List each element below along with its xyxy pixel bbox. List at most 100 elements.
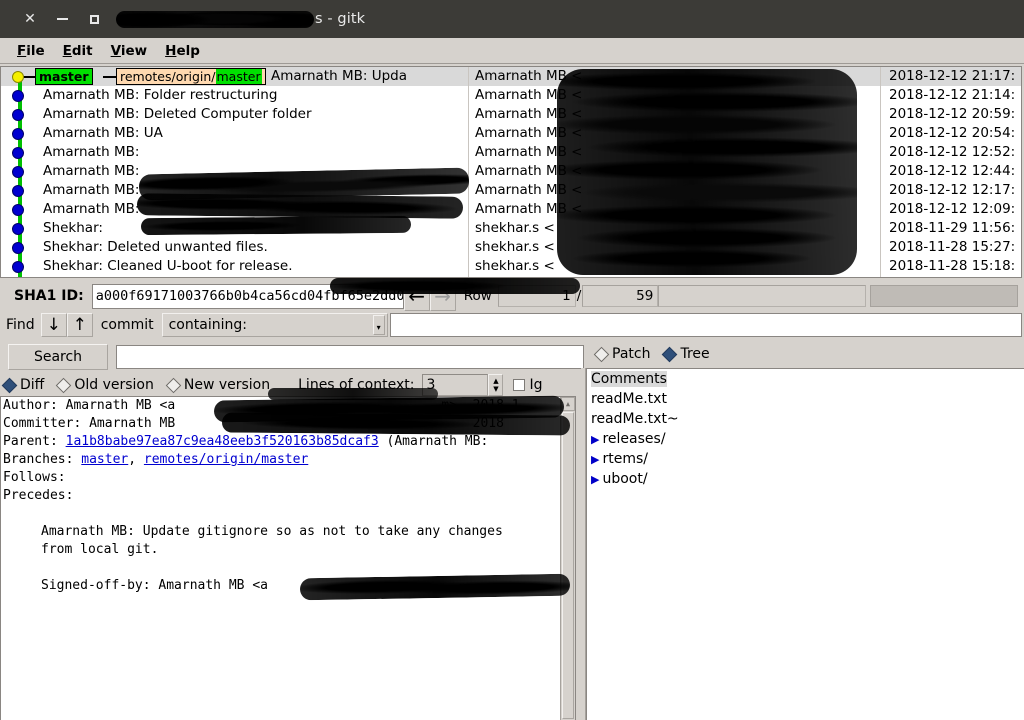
radio-new-version[interactable]: New version <box>164 377 270 393</box>
find-mode-value: containing: <box>168 317 247 333</box>
find-mode-dropdown[interactable]: containing: ▾ <box>161 313 388 337</box>
table-row[interactable]: Amarnath MB: UA <box>1 124 468 143</box>
menu-help[interactable]: Help <box>156 41 209 61</box>
search-input[interactable] <box>116 345 584 369</box>
list-item[interactable]: ▶ rtems/ <box>587 449 1024 469</box>
table-row[interactable]: 2018-11-28 15:27: <box>881 238 1021 257</box>
table-row[interactable]: Amarnath MB < <box>469 124 880 143</box>
table-row[interactable]: 2018-12-12 21:17: <box>881 67 1021 86</box>
maximize-icon[interactable] <box>78 6 110 32</box>
table-row[interactable]: Amarnath MB: <box>1 162 468 181</box>
table-row[interactable]: shekhar.s < <box>469 219 880 238</box>
table-row[interactable]: 2018-12-12 12:09: <box>881 200 1021 219</box>
parent-sha-link[interactable]: 1a1b8babe97ea87c9ea48eeb3f520163b85dcaf3 <box>66 434 379 449</box>
table-row[interactable]: Amarnath MB: <box>1 181 468 200</box>
commit-graph-column[interactable]: master remotes/origin/master Amarnath MB… <box>1 67 470 277</box>
radio-unselected-icon <box>593 346 610 362</box>
table-row[interactable]: 2018-11-27 17:33: <box>881 276 1021 277</box>
find-next-button[interactable]: ↓ <box>40 313 67 337</box>
menu-file[interactable]: File <box>8 41 54 61</box>
list-item[interactable]: readMe.txt <box>587 389 1024 409</box>
stepper-up-icon[interactable]: ▲ <box>493 377 498 385</box>
list-item[interactable]: ▶ releases/ <box>587 429 1024 449</box>
radio-tree[interactable]: Tree <box>660 346 710 362</box>
menu-edit[interactable]: Edit <box>54 41 102 61</box>
table-row[interactable]: Amarnath MB < <box>469 162 880 181</box>
commit-author-column[interactable]: Amarnath MB < Amarnath MB < Amarnath MB … <box>469 67 881 277</box>
ref-tag-master[interactable]: master <box>35 68 93 85</box>
table-row[interactable]: Amarnath MB: <box>1 200 468 219</box>
radio-diff[interactable]: Diff <box>0 377 44 393</box>
branch-link-master[interactable]: master <box>81 452 128 467</box>
scroll-up-icon[interactable]: ▲ <box>561 397 575 411</box>
table-row[interactable]: 2018-12-12 20:59: <box>881 105 1021 124</box>
table-row[interactable]: 2018-11-29 11:56: <box>881 219 1021 238</box>
find-bar: Find ↓ ↑ commit containing: ▾ <box>0 312 1024 338</box>
sha1-bar: SHA1 ID: a000f69171003766b0b4ca56cd04fbf… <box>0 280 1024 312</box>
table-row[interactable]: Shekhar: Cleaned U-boot for release. <box>1 257 468 276</box>
find-prev-button[interactable]: ↑ <box>66 313 93 337</box>
commit-message: Amarnath MB: Deleted Computer folder <box>43 106 312 122</box>
table-row[interactable]: Amarnath MB < <box>469 181 880 200</box>
table-row[interactable]: 2018-12-12 21:14: <box>881 86 1021 105</box>
details-scrollbar[interactable]: ▲ <box>560 397 575 720</box>
table-row[interactable]: Shekhar: cache enabled uboot <box>1 276 468 277</box>
list-item[interactable]: ▶ uboot/ <box>587 469 1024 489</box>
table-row[interactable]: shekhar.s <shekh <box>469 276 880 277</box>
table-row[interactable]: Shekhar: <box>1 219 468 238</box>
back-arrow-button[interactable]: ← <box>403 281 430 311</box>
table-row[interactable]: Amarnath MB < <box>469 105 880 124</box>
commit-list[interactable]: master remotes/origin/master Amarnath MB… <box>0 66 1022 278</box>
table-row[interactable]: Shekhar: Deleted unwanted files. <box>1 238 468 257</box>
table-row[interactable]: Amarnath MB: <box>1 143 468 162</box>
ref-tag-remote-origin-master[interactable]: remotes/origin/master <box>116 68 266 85</box>
table-row[interactable]: Amarnath MB: Deleted Computer folder <box>1 105 468 124</box>
table-row[interactable]: Amarnath MB < <box>469 200 880 219</box>
commit-message: Amarnath MB: <box>43 144 140 160</box>
file-tree[interactable]: Comments readMe.txt readMe.txt~ ▶ release… <box>586 368 1024 720</box>
find-input[interactable] <box>389 313 1022 337</box>
commit-node-icon <box>12 204 24 216</box>
expand-triangle-icon[interactable]: ▶ <box>591 433 599 446</box>
ignore-space-checkbox[interactable] <box>513 379 526 391</box>
scrollbar-thumb[interactable] <box>562 412 574 719</box>
menu-view[interactable]: View <box>102 41 156 61</box>
table-row[interactable]: 2018-12-12 12:17: <box>881 181 1021 200</box>
table-row[interactable]: master remotes/origin/master Amarnath MB… <box>1 67 468 86</box>
tree-item-label: releases/ <box>602 431 666 447</box>
commit-author: Amarnath MB < <box>475 87 583 103</box>
expand-triangle-icon[interactable]: ▶ <box>591 453 599 466</box>
context-lines-value[interactable]: 3 <box>422 374 489 396</box>
close-icon[interactable]: ✕ <box>14 6 46 32</box>
radio-patch[interactable]: Patch <box>592 346 650 362</box>
list-item[interactable]: readMe.txt~ <box>587 409 1024 429</box>
table-row[interactable]: shekhar.s < <box>469 238 880 257</box>
table-row[interactable]: shekhar.s < <box>469 257 880 276</box>
radio-old-version[interactable]: Old version <box>54 377 154 393</box>
list-item[interactable]: Comments <box>587 369 1024 389</box>
commit-author: Amarnath MB < <box>475 182 583 198</box>
table-row[interactable]: Amarnath MB: Folder restructuring <box>1 86 468 105</box>
table-row[interactable]: 2018-12-12 12:44: <box>881 162 1021 181</box>
table-row[interactable]: 2018-12-12 20:54: <box>881 124 1021 143</box>
context-lines-stepper[interactable]: 3 ▲ ▼ <box>422 374 504 396</box>
table-row[interactable]: 2018-12-12 12:52: <box>881 143 1021 162</box>
commit-date: 2018-11-28 15:18: <box>889 258 1016 274</box>
forward-arrow-button[interactable]: → <box>429 281 456 311</box>
stepper-down-icon[interactable]: ▼ <box>493 385 498 393</box>
minimize-icon[interactable] <box>46 6 78 32</box>
expand-triangle-icon[interactable]: ▶ <box>591 473 599 486</box>
sha1-input[interactable]: a000f69171003766b0b4ca56cd04fbf65e2dd0b6 <box>91 283 404 309</box>
commit-details-pane[interactable]: Author: Amarnath MB <a m> 2018-1 Committ… <box>0 396 576 720</box>
search-button[interactable]: Search <box>8 344 108 370</box>
chevron-down-icon[interactable]: ▾ <box>372 315 385 335</box>
commit-date-column[interactable]: 2018-12-12 21:17: 2018-12-12 21:14: 2018… <box>881 67 1021 277</box>
commit-message: Shekhar: Cleaned U-boot for release. <box>43 258 293 274</box>
table-row[interactable]: Amarnath MB < <box>469 86 880 105</box>
table-row[interactable]: Amarnath MB < <box>469 67 880 86</box>
table-row[interactable]: 2018-11-28 15:18: <box>881 257 1021 276</box>
branch-link-remote[interactable]: remotes/origin/master <box>144 452 308 467</box>
commit-node-icon <box>12 90 24 102</box>
table-row[interactable]: Amarnath MB < <box>469 143 880 162</box>
stepper-arrows[interactable]: ▲ ▼ <box>488 374 504 396</box>
